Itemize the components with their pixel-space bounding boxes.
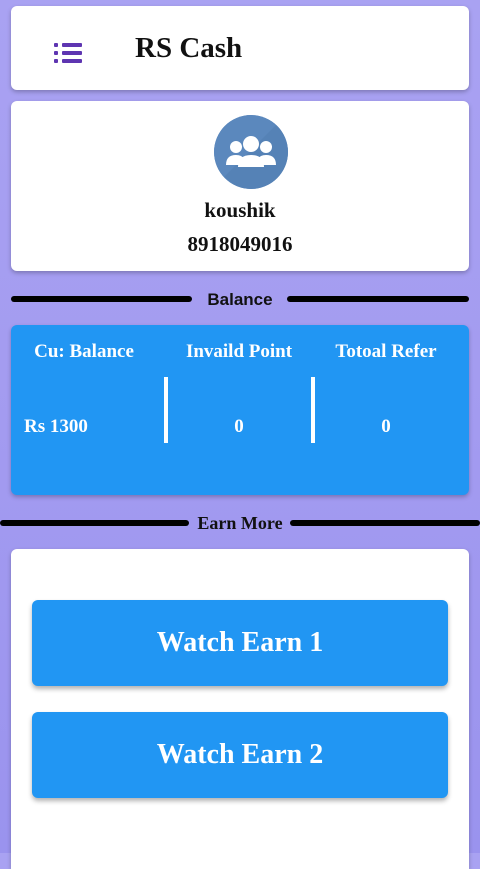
user-name: koushik	[204, 198, 276, 222]
total-refer-value: 0	[381, 416, 391, 437]
earn-card: Watch Earn 1 Watch Earn 2	[11, 549, 469, 869]
menu-list-icon[interactable]	[54, 43, 82, 63]
user-phone: 8918049016	[187, 232, 293, 256]
balance-section-label: Balance	[207, 290, 273, 309]
profile-card: koushik 8918049016	[11, 101, 469, 271]
users-group-icon	[214, 115, 288, 189]
balance-column-refer: Totoal Refer 0	[313, 325, 459, 495]
watch-earn-2-button[interactable]: Watch Earn 2	[32, 712, 448, 798]
balance-column-invalid: Invaild Point 0	[166, 325, 312, 495]
current-balance-value: Rs 1300	[24, 416, 88, 437]
balance-column-current: Cu: Balance Rs 1300	[11, 325, 157, 495]
app-toolbar: RS Cash	[11, 6, 469, 90]
total-refer-header: Totoal Refer	[335, 341, 437, 362]
watch-earn-1-button[interactable]: Watch Earn 1	[32, 600, 448, 686]
balance-card: Cu: Balance Rs 1300 Invaild Point 0 Toto…	[11, 325, 469, 495]
app-title: RS Cash	[135, 32, 243, 64]
earn-section-label: Earn More	[197, 513, 283, 533]
invalid-point-header: Invaild Point	[185, 341, 293, 362]
invalid-point-value: 0	[234, 416, 244, 437]
current-balance-header: Cu: Balance	[34, 341, 134, 362]
